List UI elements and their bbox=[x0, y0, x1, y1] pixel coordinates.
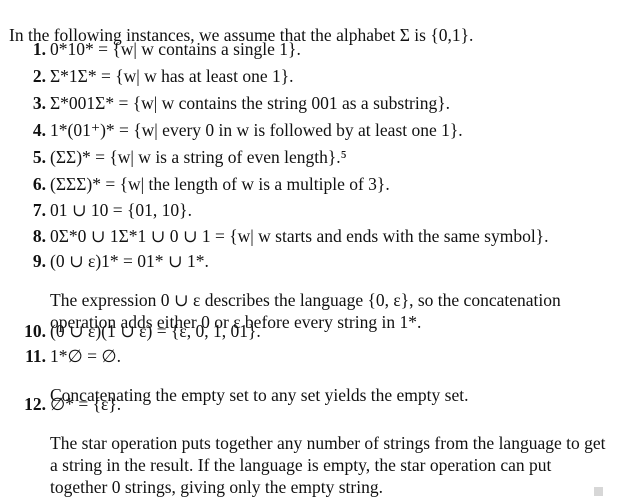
example-number: 9. bbox=[32, 251, 46, 271]
example-number: 10. bbox=[24, 321, 46, 341]
example-number: 4. bbox=[32, 120, 46, 140]
example-expression: Σ*1Σ* = {w| w has at least one 1}. bbox=[50, 66, 294, 86]
example-number: 12. bbox=[24, 394, 46, 414]
example-number: 8. bbox=[32, 226, 46, 246]
example-expression: (0 ∪ ε)(1 ∪ ε) = {ε, 0, 1, 01}. bbox=[50, 321, 261, 341]
example-expression: (0 ∪ ε)1* = 01* ∪ 1*. bbox=[50, 251, 209, 271]
example-number: 1. bbox=[32, 39, 46, 59]
example-number: 2. bbox=[32, 66, 46, 86]
example-expression: 01 ∪ 10 = {01, 10}. bbox=[50, 200, 192, 220]
page-corner-marker bbox=[594, 487, 603, 496]
example-expression: 0Σ*0 ∪ 1Σ*1 ∪ 0 ∪ 1 = {w| w starts and e… bbox=[50, 226, 549, 246]
example-expression: ∅* = {ε}. bbox=[50, 394, 122, 414]
example-number: 7. bbox=[32, 200, 46, 220]
example-expression: 1*∅ = ∅. bbox=[50, 346, 121, 366]
example-number: 3. bbox=[32, 93, 46, 113]
example-number: 11. bbox=[25, 346, 46, 366]
example-expression: 0*10* = {w| w contains a single 1}. bbox=[50, 39, 301, 59]
textbook-page: In the following instances, we assume th… bbox=[0, 0, 619, 503]
example-expression: 1*(01⁺)* = {w| every 0 in w is followed … bbox=[50, 120, 463, 140]
example-expression: (ΣΣ)* = {w| w is a string of even length… bbox=[50, 147, 347, 167]
example-expression: Σ*001Σ* = {w| w contains the string 001 … bbox=[50, 93, 451, 113]
example-expression: (ΣΣΣ)* = {w| the length of w is a multip… bbox=[50, 174, 390, 194]
example-explanation: The star operation puts together any num… bbox=[50, 432, 606, 497]
example-number: 6. bbox=[32, 174, 46, 194]
example-explanation: Concatenating the empty set to any set y… bbox=[50, 384, 469, 405]
example-number: 5. bbox=[32, 147, 46, 167]
